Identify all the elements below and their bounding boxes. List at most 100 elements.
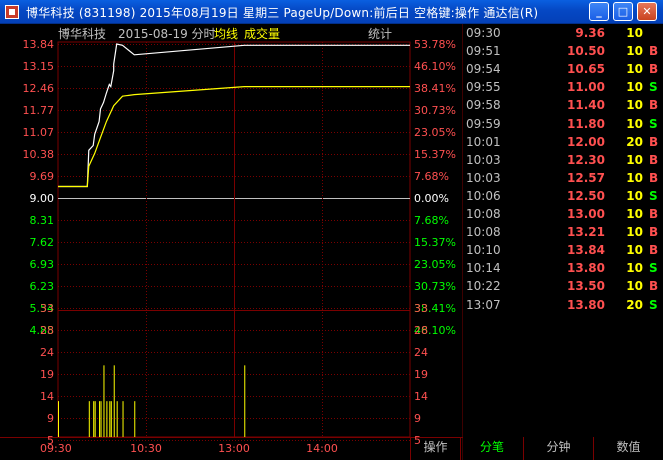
volume-label[interactable]: 成交量 xyxy=(244,25,280,42)
close-icon: ✕ xyxy=(642,5,652,18)
time-tick-label: 09:30 xyxy=(40,442,72,455)
tick-direction: B xyxy=(649,62,659,77)
tick-price: 13.00 xyxy=(567,207,605,221)
time-tick-label: 14:00 xyxy=(306,442,338,455)
pct-tick-label: 30.73% xyxy=(414,280,456,293)
pct-tick-label: 30.73% xyxy=(414,104,456,117)
tick-volume: 10 xyxy=(626,279,643,294)
pct-tick-label: 15.37% xyxy=(414,148,456,161)
tick-price: 12.57 xyxy=(567,170,605,185)
price-tick-label: 11.07 xyxy=(23,126,55,139)
price-tick-label: 9.69 xyxy=(30,170,55,183)
tick-price: 12.50 xyxy=(567,188,605,203)
volume-tick-label: 9 xyxy=(47,412,54,425)
pct-tick-label: 23.05% xyxy=(414,258,456,271)
tick-time: 10:06 xyxy=(466,188,501,203)
intraday-chart-area[interactable]: 13.84 53.78% 13.15 46.10% 12.46 38.41% 11.77 30… xyxy=(0,24,463,460)
pct-tick-label: 53.78% xyxy=(414,38,456,51)
tick-row[interactable]: 10:06 12.50 10 S xyxy=(463,189,663,207)
tick-row[interactable]: 10:10 13.84 10 B xyxy=(463,243,663,261)
volume-tick-label-right: 19 xyxy=(414,368,428,381)
pct-tick-label: 0.00% xyxy=(414,192,449,205)
statistics-button[interactable]: 统计 xyxy=(368,25,392,42)
tick-volume: 10 xyxy=(626,80,643,95)
title-bar[interactable]: 博华科技 (831198) 2015年08月19日 星期三 PageUp/Dow… xyxy=(0,0,663,24)
tick-volume: 10 xyxy=(626,170,643,185)
tick-price: 13.80 xyxy=(567,261,605,276)
tick-row[interactable]: 09:59 11.80 10 S xyxy=(463,117,663,135)
chart-date-label: 2015-08-19 分时 xyxy=(118,27,216,41)
tick-row[interactable]: 09:54 10.65 10 B xyxy=(463,62,663,80)
price-tick-label: 10.38 xyxy=(23,148,55,161)
tick-volume: 10 xyxy=(626,225,643,240)
price-tick-label: 11.77 xyxy=(23,104,55,117)
tick-time: 10:14 xyxy=(466,261,501,276)
tick-price: 13.50 xyxy=(567,279,605,294)
volume-tick-label-right: 24 xyxy=(414,346,428,359)
tick-row[interactable]: 09:55 11.00 10 S xyxy=(463,80,663,98)
tick-row[interactable]: 10:22 13.50 10 B xyxy=(463,279,663,297)
tick-time: 10:08 xyxy=(466,207,501,221)
tick-volume: 20 xyxy=(626,134,643,149)
volume-tick-label: 14 xyxy=(40,390,54,403)
avg-line-label[interactable]: 均线 xyxy=(214,25,238,42)
tick-price: 10.50 xyxy=(567,44,605,59)
maximize-icon: □ xyxy=(617,5,629,18)
tick-list-panel[interactable]: 09:30 9.36 10 09:51 10.50 10 B 09:54 10.65 10 B 09:… xyxy=(463,24,663,437)
tick-direction: S xyxy=(649,297,658,312)
tick-volume: 10 xyxy=(626,116,643,131)
tab-value[interactable]: 数值 xyxy=(593,437,663,460)
tick-row[interactable]: 09:58 11.40 10 B xyxy=(463,98,663,116)
price-tick-label: 8.31 xyxy=(30,214,55,227)
tick-direction: B xyxy=(649,44,659,59)
tick-row[interactable]: 09:30 9.36 10 xyxy=(463,26,663,44)
tick-row[interactable]: 10:03 12.57 10 B xyxy=(463,171,663,189)
pct-tick-label: 23.05% xyxy=(414,126,456,139)
tab-minute[interactable]: 分钟 xyxy=(523,437,593,460)
maximize-button[interactable]: □ xyxy=(613,2,633,21)
app-icon xyxy=(5,5,19,19)
pct-tick-label: 15.37% xyxy=(414,236,456,249)
tick-row[interactable]: 10:01 12.00 20 B xyxy=(463,135,663,153)
minimize-button[interactable]: _ xyxy=(589,2,609,21)
bottom-tabs: 操作 分笔 分钟 数值 xyxy=(410,437,663,460)
tab-operate[interactable]: 操作 xyxy=(410,437,460,460)
tick-direction: B xyxy=(649,225,659,240)
tick-row[interactable]: 10:08 13.21 10 B xyxy=(463,225,663,243)
tick-price: 11.40 xyxy=(567,98,605,113)
tick-price: 13.80 xyxy=(567,297,605,312)
tick-time: 09:54 xyxy=(466,62,501,77)
tick-volume: 10 xyxy=(626,188,643,203)
tab-ticks[interactable]: 分笔 xyxy=(460,437,523,460)
tick-time: 10:08 xyxy=(466,225,501,240)
volume-tick-label-right: 9 xyxy=(414,412,421,425)
tick-price: 13.21 xyxy=(567,225,605,240)
tick-direction: B xyxy=(649,98,659,113)
tick-time: 09:58 xyxy=(466,98,501,113)
close-button[interactable]: ✕ xyxy=(637,2,657,21)
tick-volume: 10 xyxy=(626,152,643,167)
tick-time: 09:55 xyxy=(466,80,501,95)
tick-row[interactable]: 13:07 13.80 20 S xyxy=(463,298,663,316)
price-tick-label: 9.00 xyxy=(30,192,55,205)
pct-tick-label: 38.41% xyxy=(414,82,456,95)
tick-price: 9.36 xyxy=(575,26,605,40)
tick-time: 10:03 xyxy=(466,170,501,185)
tick-time: 10:03 xyxy=(466,152,501,167)
tick-price: 12.00 xyxy=(567,134,605,149)
tick-row[interactable]: 10:14 13.80 10 S xyxy=(463,261,663,279)
tick-volume: 10 xyxy=(626,44,643,59)
tick-direction: B xyxy=(649,134,659,149)
time-tick-label: 13:00 xyxy=(218,442,250,455)
window-title: 博华科技 (831198) 2015年08月19日 星期三 PageUp/Dow… xyxy=(26,6,539,20)
tick-price: 13.84 xyxy=(567,243,605,258)
volume-tick-label-right: 14 xyxy=(414,390,428,403)
tick-row[interactable]: 10:03 12.30 10 B xyxy=(463,153,663,171)
pct-tick-label: 7.68% xyxy=(414,170,449,183)
tick-direction: B xyxy=(649,279,659,294)
intraday-chart[interactable]: 13.84 53.78% 13.15 46.10% 12.46 38.41% 11.77 30… xyxy=(0,24,463,460)
tick-row[interactable]: 09:51 10.50 10 B xyxy=(463,44,663,62)
tick-row[interactable]: 10:08 13.00 10 B xyxy=(463,207,663,225)
price-tick-label: 12.46 xyxy=(23,82,55,95)
tick-volume: 10 xyxy=(626,261,643,276)
